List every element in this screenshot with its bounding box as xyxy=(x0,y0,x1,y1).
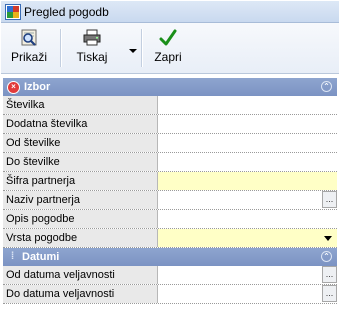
search-icon xyxy=(18,28,40,48)
show-button[interactable]: Prikaži xyxy=(6,26,52,70)
field-row-naziv-partnerja: Naziv partnerja ... xyxy=(3,191,337,210)
field-row-sifra-partnerja: Šifra partnerja xyxy=(3,172,337,191)
print-dropdown-arrow[interactable] xyxy=(129,49,137,53)
close-button-label: Zapri xyxy=(154,50,182,64)
window-title: Pregled pogodb xyxy=(24,4,109,19)
field-label: Dodatna številka xyxy=(3,115,158,133)
field-label: Do številke xyxy=(3,153,158,171)
toolbar: Prikaži Tiskaj Zapri xyxy=(1,23,339,74)
field-row-do-stevilke: Do številke xyxy=(3,153,337,172)
field-label: Do datuma veljavnosti xyxy=(3,285,158,303)
app-icon xyxy=(5,3,21,20)
sifra-partnerja-input[interactable] xyxy=(158,172,337,190)
field-row-od-stevilke: Od številke xyxy=(3,134,337,153)
field-row-stevilka: Številka xyxy=(3,96,337,115)
show-button-label: Prikaži xyxy=(10,50,47,64)
field-label: Vrsta pogodbe xyxy=(3,229,158,247)
field-label: Številka xyxy=(3,96,158,114)
opis-pogodbe-input[interactable] xyxy=(158,210,337,228)
stevilka-input[interactable] xyxy=(158,96,337,114)
title-bar: Pregled pogodb xyxy=(1,1,339,23)
contracts-window: Pregled pogodb Prikaži Tiskaj Zapri × Iz… xyxy=(0,0,340,331)
section-header-izbor[interactable]: × Izbor ⌃ xyxy=(3,78,337,96)
printer-icon xyxy=(81,28,103,48)
field-label: Od datuma veljavnosti xyxy=(3,266,158,284)
date-picker-button[interactable]: ... xyxy=(322,285,337,302)
field-row-vrsta-pogodbe: Vrsta pogodbe xyxy=(3,229,337,248)
field-label: Naziv partnerja xyxy=(3,191,158,209)
browse-button[interactable]: ... xyxy=(322,191,337,208)
date-picker-button[interactable]: ... xyxy=(322,266,337,283)
field-label: Od številke xyxy=(3,134,158,152)
dodatna-stevilka-input[interactable] xyxy=(158,115,337,133)
field-row-dodatna-stevilka: Dodatna številka xyxy=(3,115,337,134)
do-datuma-input[interactable]: ... xyxy=(158,285,337,303)
do-stevilke-input[interactable] xyxy=(158,153,337,171)
print-button[interactable]: Tiskaj xyxy=(71,26,113,70)
field-label: Opis pogodbe xyxy=(3,210,158,228)
dots-icon: ⁞ xyxy=(10,251,15,262)
chevron-down-icon[interactable] xyxy=(324,236,332,241)
section-header-datumi[interactable]: ⁞ Datumi ⌃ xyxy=(3,248,337,266)
section-title: Izbor xyxy=(24,81,51,93)
vrsta-pogodbe-select[interactable] xyxy=(158,229,337,247)
section-close-icon: × xyxy=(7,80,20,94)
od-stevilke-input[interactable] xyxy=(158,134,337,152)
field-row-od-datuma: Od datuma veljavnosti ... xyxy=(3,266,337,285)
field-row-do-datuma: Do datuma veljavnosti ... xyxy=(3,285,337,304)
od-datuma-input[interactable]: ... xyxy=(158,266,337,284)
filter-grid: × Izbor ⌃ Številka Dodatna številka Od š… xyxy=(3,78,337,304)
field-row-opis-pogodbe: Opis pogodbe xyxy=(3,210,337,229)
field-label: Šifra partnerja xyxy=(3,172,158,190)
checkmark-icon xyxy=(157,28,179,48)
section-title: Datumi xyxy=(22,251,60,263)
naziv-partnerja-input[interactable]: ... xyxy=(158,191,337,209)
collapse-icon[interactable]: ⌃ xyxy=(321,81,332,92)
print-button-label: Tiskaj xyxy=(76,50,108,64)
close-button[interactable]: Zapri xyxy=(151,26,185,70)
collapse-icon[interactable]: ⌃ xyxy=(321,251,332,262)
